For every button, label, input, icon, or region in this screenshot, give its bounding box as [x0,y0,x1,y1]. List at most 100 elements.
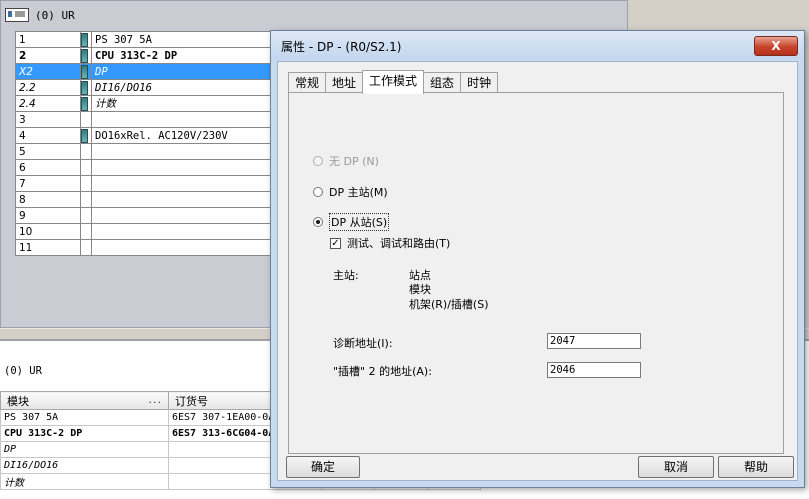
master-info-module: 模块 [409,283,431,296]
column-header-dots: ... [148,392,162,406]
rack-row[interactable]: 1 PS 307 5A [15,31,277,48]
detail-module-cell: DI16/DO16 [0,457,169,474]
detail-module-cell: 计数 [0,473,169,490]
rack-module-icon-cell [80,143,92,160]
tab-0[interactable]: 常规 [288,72,327,93]
rack-row[interactable]: 10 [15,223,277,240]
rack-row[interactable]: 2.2 DI16/DO16 [15,79,277,96]
rack-header: (0) UR [5,5,75,25]
dialog-titlebar[interactable]: 属性 - DP - (R0/S2.1) X [271,31,804,59]
rack-slot-number: 11 [15,239,81,256]
rack-module-icon-cell [80,207,92,224]
rack-module-name: DI16/DO16 [91,79,277,96]
rack-row[interactable]: 9 [15,207,277,224]
rack-slot-number: 3 [15,111,81,128]
radio-dp-slave-button[interactable] [313,217,323,227]
rack-row[interactable]: X2 DP [15,63,277,80]
rack-module-icon-cell [80,95,92,112]
rack-row[interactable]: 5 [15,143,277,160]
rack-module-icon-cell [80,79,92,96]
detail-title: (0) UR [4,365,42,377]
dialog-body: 常规 地址 工作模式 组态 时钟 无 DP (N) DP 主站(M) DP 从站(S) … [277,61,798,481]
rack-module-name [91,239,277,256]
rack-module-name: DP [91,63,277,80]
rack-module-icon-cell [80,239,92,256]
rack-slot-number: 4 [15,127,81,144]
rack-module-icon-cell [80,111,92,128]
slot-2-address-field[interactable]: 2046 [547,362,641,378]
help-button[interactable]: 帮助 [718,456,794,478]
tab-page-operating-mode: 无 DP (N) DP 主站(M) DP 从站(S) ✓ 测试、调试和路由(T)… [288,92,784,454]
rack-slot-number: 5 [15,143,81,160]
column-header-module-label: 模块 [7,394,29,408]
rack-row[interactable]: 2 CPU 313C-2 DP [15,47,277,64]
detail-module-cell: PS 307 5A [0,409,169,426]
radio-no-dp[interactable]: 无 DP (N) [313,153,379,169]
rack-module-name: DO16xRel. AC120V/230V [91,127,277,144]
rack-row[interactable]: 2.4 计数 [15,95,277,112]
diagnostic-address-field[interactable]: 2047 [547,333,641,349]
close-button[interactable]: X [754,36,798,56]
rack-module-icon-cell [80,175,92,192]
radio-no-dp-label: 无 DP (N) [329,155,379,168]
cancel-button[interactable]: 取消 [638,456,714,478]
rack-slot-number: 1 [15,31,81,48]
tab-3[interactable]: 组态 [423,72,462,93]
rack-module-icon-cell [80,31,92,48]
column-header-order-label: 订货号 [175,394,208,408]
tab-1[interactable]: 地址 [325,72,364,93]
slot-2-address-label: "插槽" 2 的地址(A): [333,365,432,378]
rack-module-icon-cell [80,127,92,144]
rack-module-name [91,207,277,224]
rack-row[interactable]: 7 [15,175,277,192]
rack-slot-number: 2.4 [15,95,81,112]
rack-module-name [91,191,277,208]
module-icon [81,128,88,143]
rack-module-icon-cell [80,191,92,208]
rack-title: (0) UR [35,8,75,22]
module-icon [81,96,88,111]
radio-dp-master-label: DP 主站(M) [329,186,388,199]
rack-slot-number: X2 [15,63,81,80]
rack-module-name [91,111,277,128]
module-icon [81,80,88,95]
rack-module-icon-cell [80,63,92,80]
radio-dp-slave-label: DP 从站(S) [329,213,390,231]
module-icon [81,48,88,63]
rack-module-name [91,143,277,160]
rack-module-name [91,175,277,192]
rack-slot-number: 2.2 [15,79,81,96]
detail-module-cell: CPU 313C-2 DP [0,425,169,442]
test-commissioning-routing-option[interactable]: ✓ 测试、调试和路由(T) [330,235,450,251]
rack-row[interactable]: 8 [15,191,277,208]
rack-module-name [91,159,277,176]
radio-dp-master[interactable]: DP 主站(M) [313,184,388,200]
test-commissioning-checkbox[interactable]: ✓ [330,237,341,249]
rack-module-name [91,223,277,240]
radio-no-dp-button[interactable] [313,156,323,166]
rack-module-name: PS 307 5A [91,31,277,48]
tab-4[interactable]: 时钟 [460,72,499,93]
rack-slot-number: 8 [15,191,81,208]
dialog-title: 属性 - DP - (R0/S2.1) [281,40,402,54]
rack-slot-number: 7 [15,175,81,192]
ok-button[interactable]: 确定 [286,456,360,478]
tab-strip: 常规 地址 工作模式 组态 时钟 [288,70,499,94]
tab-2[interactable]: 工作模式 [362,70,425,94]
rack-module-icon-cell [80,47,92,64]
rack-module-name: CPU 313C-2 DP [91,47,277,64]
radio-dp-master-button[interactable] [313,187,323,197]
column-header-module[interactable]: 模块 ... [0,391,169,410]
radio-dp-slave[interactable]: DP 从站(S) [313,213,390,231]
rack-row[interactable]: 4 DO16xRel. AC120V/230V [15,127,277,144]
master-label: 主站: [333,269,359,282]
module-icon [81,64,88,79]
detail-module-cell: DP [0,441,169,458]
module-icon [81,32,88,47]
rack-slot-number: 10 [15,223,81,240]
rack-row[interactable]: 6 [15,159,277,176]
test-commissioning-label: 测试、调试和路由(T) [347,237,451,250]
rack-row[interactable]: 11 [15,239,277,256]
rack-row[interactable]: 3 [15,111,277,128]
rack-slot-number: 9 [15,207,81,224]
